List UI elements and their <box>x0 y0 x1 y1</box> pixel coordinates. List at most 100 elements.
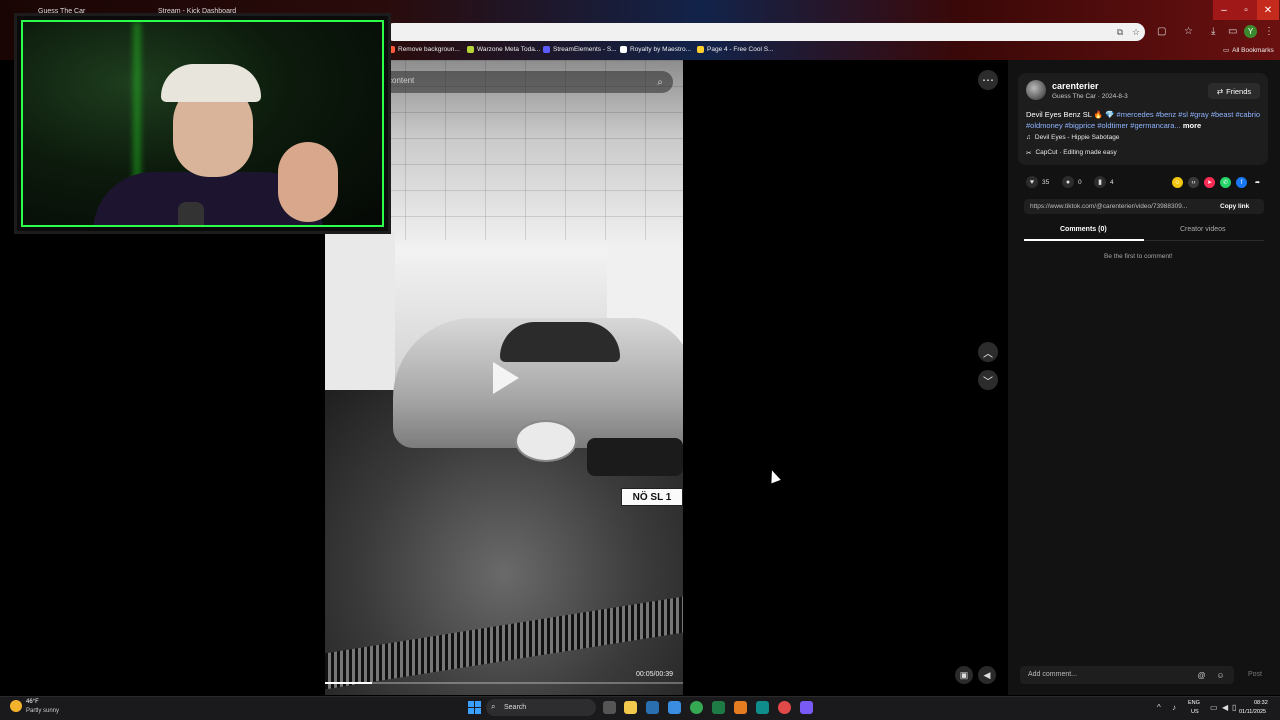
battery-icon[interactable]: ▯ <box>1232 703 1236 712</box>
music-title: Devil Eyes - Hippie Sabotage <box>1034 134 1120 141</box>
hashtag[interactable]: #beast <box>1211 110 1234 119</box>
caption-more-button[interactable]: more <box>1183 121 1201 130</box>
whatsapp-icon[interactable]: ✆ <box>1220 177 1231 188</box>
friends-button[interactable]: ⇄ Friends <box>1208 83 1260 99</box>
hashtag[interactable]: #benz <box>1156 110 1176 119</box>
weather-sun-icon[interactable] <box>10 700 22 712</box>
post-button[interactable]: Post <box>1248 671 1262 678</box>
chrome-icon[interactable] <box>690 701 703 714</box>
close-window-button[interactable]: ✕ <box>1257 0 1279 20</box>
capcut-row[interactable]: ✂ CapCut · Editing made easy <box>1026 149 1117 157</box>
empty-comments-message: Be the first to comment! <box>1104 253 1173 260</box>
music-row[interactable]: ♫ Devil Eyes - Hippie Sabotage <box>1026 134 1119 141</box>
sidebar-icon[interactable]: ▭ <box>1228 26 1237 37</box>
video-progress-bar[interactable] <box>325 682 683 684</box>
extensions-icon[interactable]: ▢ <box>1157 26 1166 37</box>
hashtag[interactable]: #cabrio <box>1235 110 1260 119</box>
steam-icon[interactable] <box>646 701 659 714</box>
star-icon[interactable]: ☆ <box>1184 26 1193 37</box>
app-a-icon[interactable] <box>734 701 747 714</box>
streamer-cap <box>161 64 261 102</box>
microphone-icon[interactable]: ♪ <box>1172 703 1176 712</box>
app-icon[interactable] <box>756 701 769 714</box>
weather-temp[interactable]: 46°F <box>26 699 39 705</box>
next-video-icon[interactable]: ﹀ <box>978 370 998 390</box>
like-count: 35 <box>1042 178 1050 186</box>
tab-comments[interactable]: Comments (0) <box>1060 226 1107 233</box>
video-time: 00:05/00:39 <box>636 671 673 678</box>
address-bar[interactable] <box>385 23 1145 41</box>
author-avatar[interactable] <box>1026 80 1046 100</box>
code-icon[interactable]: ‹› <box>1188 177 1199 188</box>
caption-text: Devil Eyes Benz SL <box>1026 110 1092 119</box>
floating-player-icon[interactable]: ▣ <box>955 666 973 684</box>
minimize-button[interactable]: – <box>1213 0 1235 20</box>
capcut-icon: ✂ <box>1026 150 1032 157</box>
mention-icon[interactable]: @ <box>1196 670 1207 681</box>
hashtag[interactable]: #mercedes <box>1117 110 1154 119</box>
xbox-icon[interactable] <box>712 701 725 714</box>
save-button[interactable]: ▮ 4 <box>1094 176 1114 188</box>
bookmark-item[interactable]: StreamElements - S... <box>543 46 617 53</box>
previous-video-icon[interactable]: ︿ <box>978 342 998 362</box>
obs-icon[interactable] <box>778 701 791 714</box>
clock-time[interactable]: 08:32 <box>1254 700 1268 706</box>
bookmark-item[interactable]: Warzone Meta Toda... <box>467 46 540 53</box>
search-input-text[interactable]: content <box>388 76 414 85</box>
search-icon[interactable]: ⌕ <box>650 72 670 92</box>
facebook-icon[interactable]: f <box>1236 177 1247 188</box>
speaker-icon[interactable]: ◀ <box>1222 703 1228 712</box>
share-arrow-icon[interactable]: ➦ <box>1252 177 1263 188</box>
bookmark-label: StreamElements - S... <box>553 46 617 53</box>
weather-description[interactable]: Partly sunny <box>26 708 59 714</box>
hashtag[interactable]: #bigprice <box>1065 121 1095 130</box>
send-icon[interactable]: ➤ <box>1204 177 1215 188</box>
all-bookmarks-label: All Bookmarks <box>1232 46 1274 54</box>
download-icon[interactable]: ⤓ <box>1211 26 1215 37</box>
maximize-button[interactable]: ▫ <box>1235 0 1257 20</box>
region[interactable]: US <box>1191 709 1199 715</box>
share-link-url[interactable]: https://www.tiktok.com/@carenterier/vide… <box>1030 203 1187 210</box>
capcut-label: CapCut · Editing made easy <box>1035 149 1117 156</box>
network-icon[interactable]: ▭ <box>1210 703 1218 712</box>
all-bookmarks-button[interactable]: ▭ All Bookmarks <box>1223 46 1274 55</box>
bookmark-item[interactable]: Page 4 - Free Cool S... <box>697 46 773 53</box>
chevron-up-icon[interactable]: ^ <box>1157 703 1161 712</box>
hashtag[interactable]: #gray <box>1190 110 1209 119</box>
hashtag[interactable]: #sl <box>1178 110 1188 119</box>
embed-icon[interactable]: ☺ <box>1172 177 1183 188</box>
music-note-icon: ♫ <box>1026 134 1031 141</box>
comment-button[interactable]: ● 0 <box>1062 176 1082 188</box>
profile-avatar[interactable]: Y <box>1244 25 1257 38</box>
bookmark-label: Royalty by Maestro... <box>630 46 692 53</box>
bookmark-label: Warzone Meta Toda... <box>477 46 541 53</box>
hashtag[interactable]: #oldtimer <box>1097 121 1128 130</box>
task-view-icon[interactable] <box>603 701 616 714</box>
hashtag[interactable]: #germancara... <box>1130 121 1180 130</box>
comment-placeholder[interactable]: Add comment... <box>1028 671 1077 678</box>
video-caption: Devil Eyes Benz SL 🔥 💎 #mercedes #benz #… <box>1026 110 1262 131</box>
more-options-icon[interactable]: ⋯ <box>978 70 998 90</box>
start-icon[interactable] <box>468 701 481 714</box>
language[interactable]: ENG <box>1188 700 1200 706</box>
cast-icon[interactable]: ⧉ <box>1114 26 1126 38</box>
bookmark-star-icon[interactable]: ☆ <box>1130 26 1142 38</box>
copy-link-button[interactable]: Copy link <box>1220 203 1249 210</box>
play-icon[interactable] <box>493 362 519 394</box>
bookmark-item[interactable]: Royalty by Maestro... <box>620 46 691 53</box>
tab-creator-videos[interactable]: Creator videos <box>1180 226 1226 233</box>
discord-icon[interactable] <box>800 701 813 714</box>
like-button[interactable]: ♥ 35 <box>1026 176 1049 188</box>
car-grille <box>587 438 683 476</box>
bookmark-item[interactable]: Remove backgroun... <box>388 46 460 53</box>
volume-icon[interactable]: ◀ <box>978 666 996 684</box>
clock-date[interactable]: 01/11/2025 <box>1239 709 1266 715</box>
menu-kebab-icon[interactable]: ⋮ <box>1264 26 1274 37</box>
friends-icon: ⇄ <box>1216 86 1224 96</box>
file-explorer-icon[interactable] <box>624 701 637 714</box>
hashtag[interactable]: #oldmoney <box>1026 121 1063 130</box>
author-username[interactable]: carenterier <box>1052 81 1099 91</box>
taskbar-search[interactable]: Search <box>486 699 596 716</box>
emoji-icon[interactable]: ☺ <box>1215 670 1226 681</box>
store-icon[interactable] <box>668 701 681 714</box>
